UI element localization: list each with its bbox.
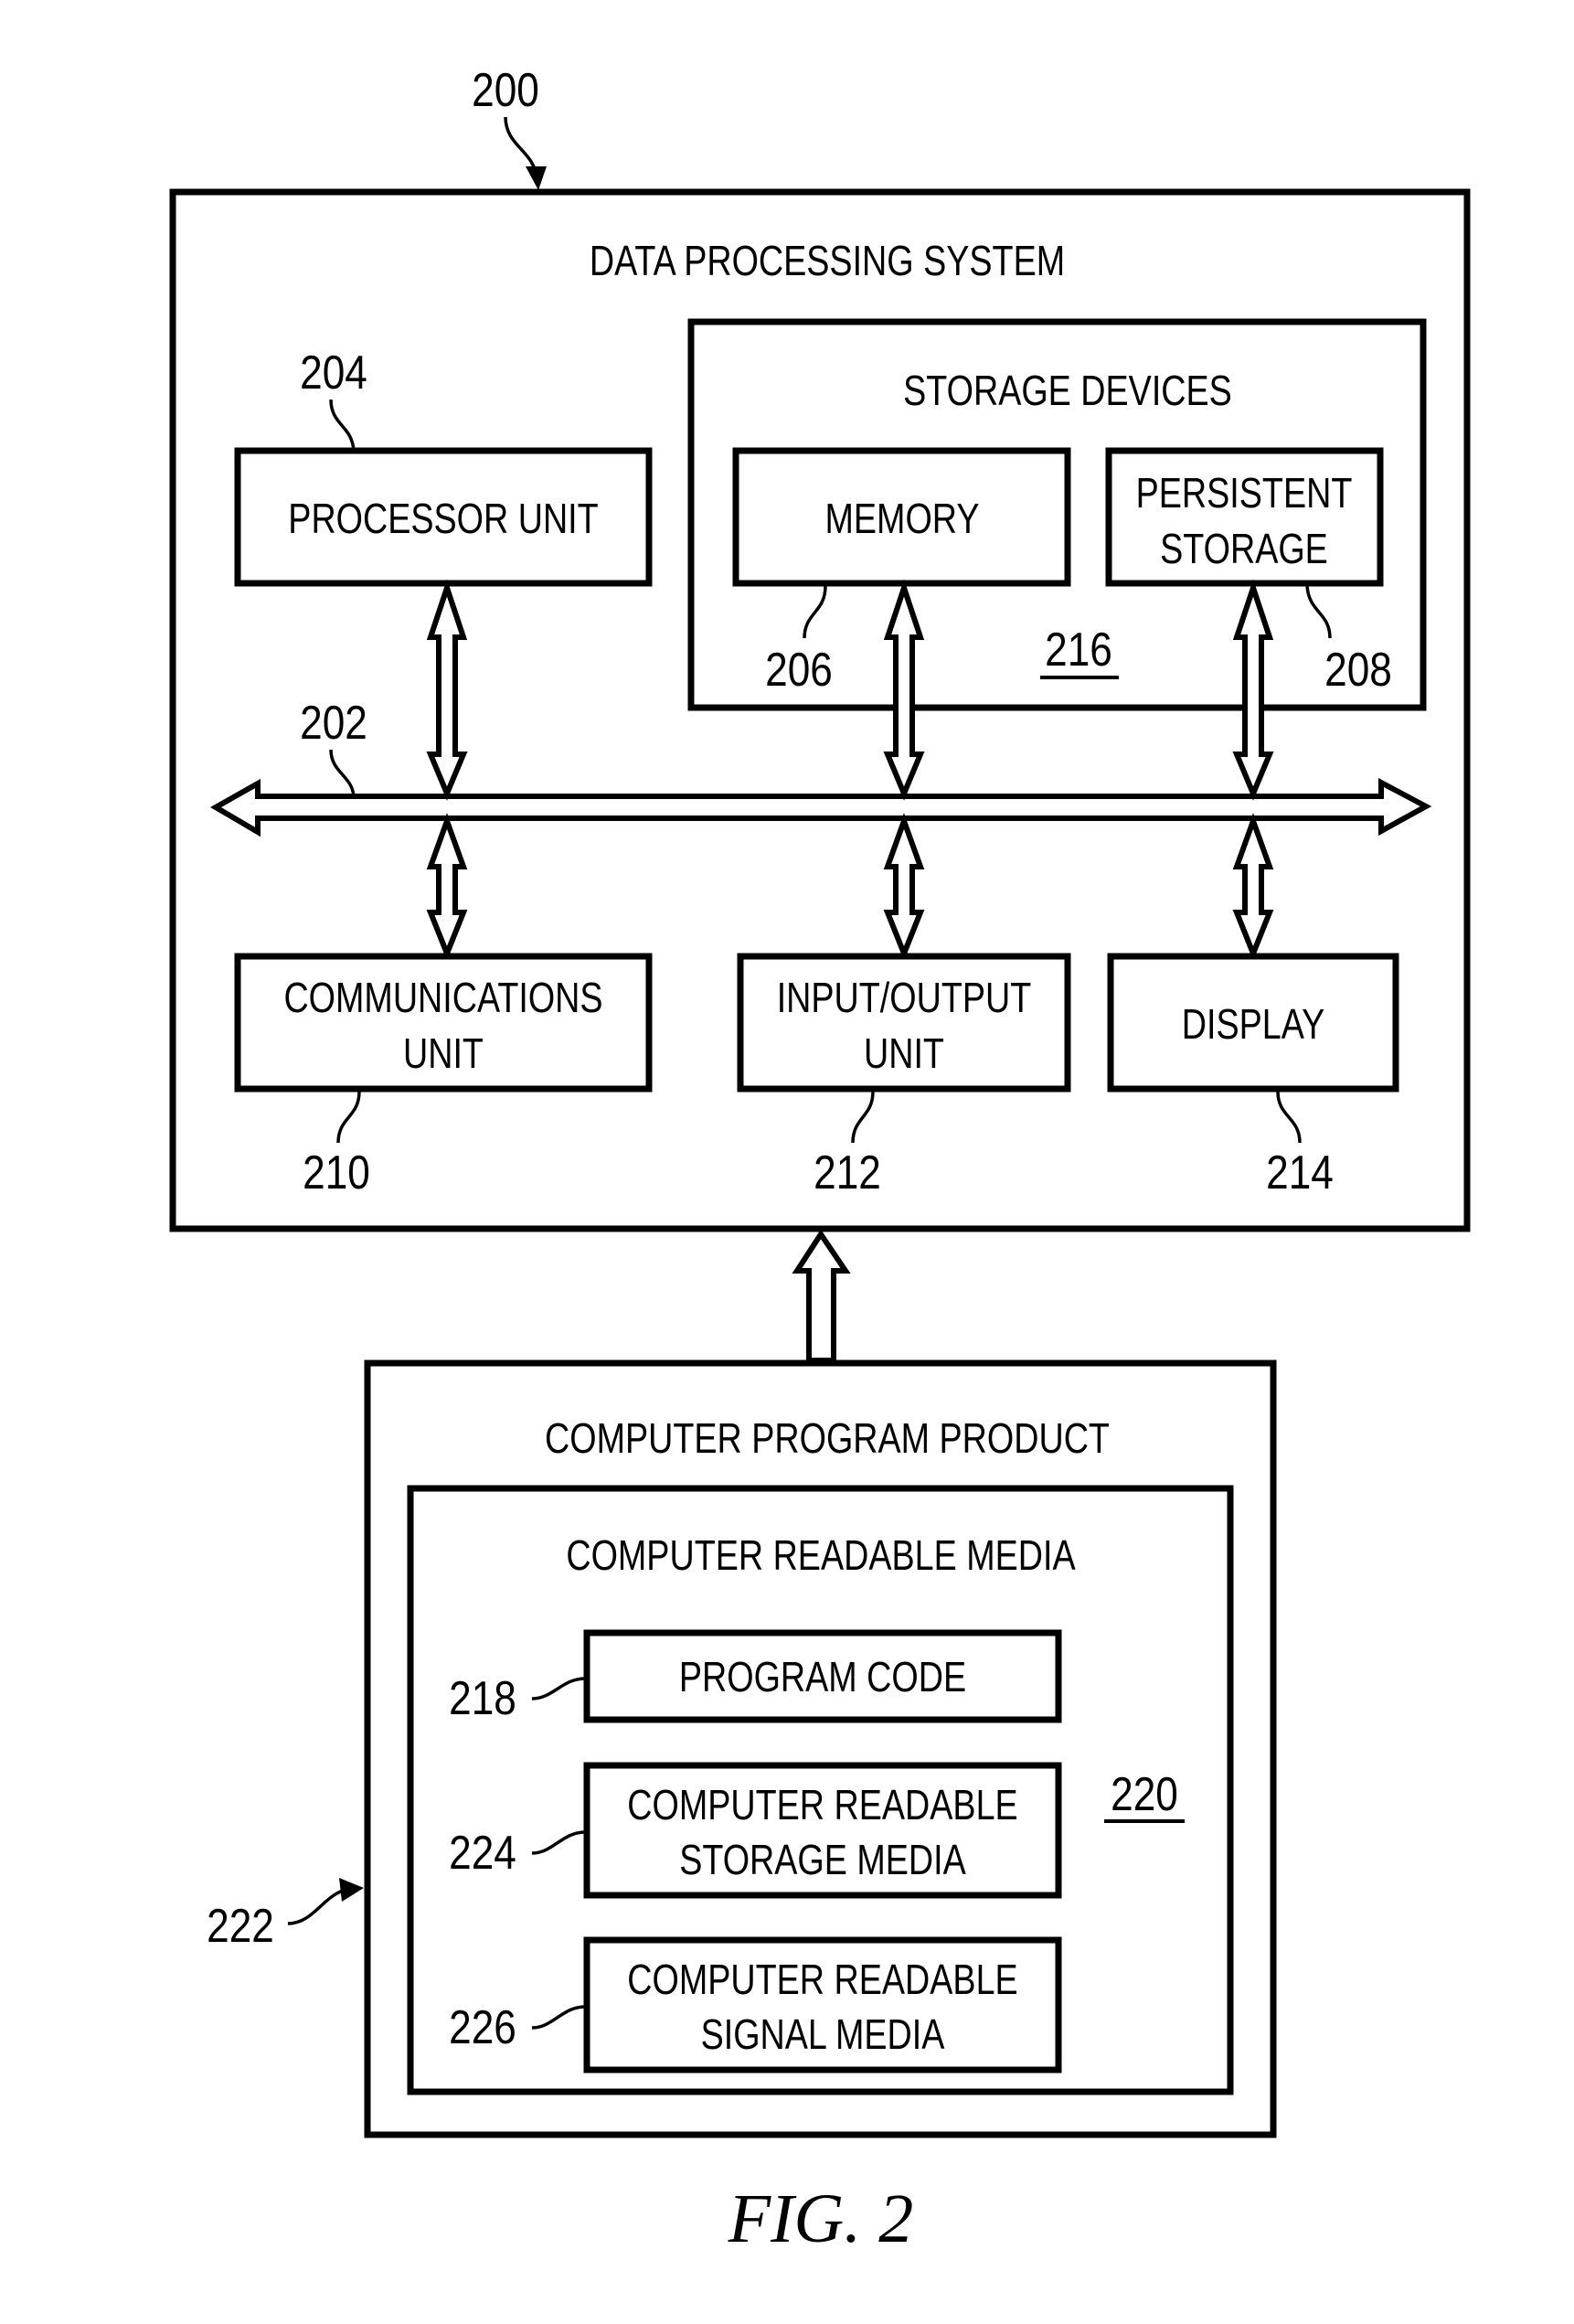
ref-204: 204 <box>300 346 367 400</box>
ref-222-arrowhead-icon <box>339 1878 364 1902</box>
input-output-unit-label-line2: UNIT <box>864 1029 944 1076</box>
communications-unit-label-line1: COMMUNICATIONS <box>283 974 602 1020</box>
signal-media-label-line2: SIGNAL MEDIA <box>701 2010 945 2057</box>
storage-media-label-line1: COMPUTER READABLE <box>627 1781 1017 1828</box>
memory-label: MEMORY <box>825 495 980 541</box>
persistent-storage-label-line1: PERSISTENT <box>1136 469 1353 516</box>
persistent-storage-label-line2: STORAGE <box>1160 525 1328 571</box>
ref-206: 206 <box>765 644 833 697</box>
input-output-unit-label-line1: INPUT/OUTPUT <box>777 974 1032 1020</box>
signal-media-label-line1: COMPUTER READABLE <box>627 1956 1017 2002</box>
cpp-to-dps-arrow-icon <box>792 1229 851 1363</box>
ref-200: 200 <box>472 64 539 117</box>
storage-devices-title: STORAGE DEVICES <box>903 367 1232 413</box>
computer-program-product-title: COMPUTER PROGRAM PRODUCT <box>545 1414 1110 1461</box>
ref-220: 220 <box>1111 1768 1178 1821</box>
processor-unit-label: PROCESSOR UNIT <box>288 495 598 541</box>
figure-2-diagram: 200 DATA PROCESSING SYSTEM 204 PROCESSOR… <box>169 64 1471 2257</box>
communications-unit-label-line2: UNIT <box>403 1029 484 1076</box>
ref-210: 210 <box>303 1146 370 1199</box>
ref-222: 222 <box>207 1900 274 1953</box>
ref-226: 226 <box>449 2001 516 2054</box>
data-processing-system-title: DATA PROCESSING SYSTEM <box>590 237 1065 283</box>
program-code-label: PROGRAM CODE <box>679 1653 966 1700</box>
storage-media-label-line2: STORAGE MEDIA <box>679 1836 966 1882</box>
ref-200-arrowhead-icon <box>526 166 547 190</box>
ref-202: 202 <box>300 697 367 750</box>
ref-218: 218 <box>449 1672 516 1725</box>
ref-208: 208 <box>1324 644 1392 697</box>
ref-216: 216 <box>1045 624 1112 677</box>
ref-212: 212 <box>814 1146 881 1199</box>
computer-readable-media-title: COMPUTER READABLE MEDIA <box>566 1531 1075 1578</box>
ref-224: 224 <box>449 1827 516 1880</box>
ref-214: 214 <box>1266 1146 1334 1199</box>
display-label: DISPLAY <box>1182 1000 1324 1047</box>
figure-caption: FIG. 2 <box>728 2180 914 2257</box>
